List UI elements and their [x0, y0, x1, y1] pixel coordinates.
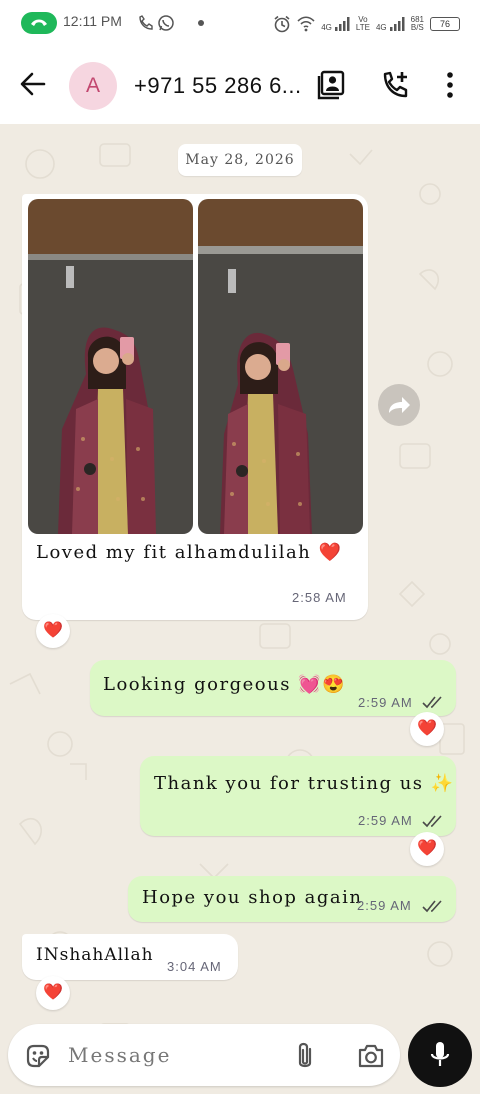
message-time: 2:58 AM [292, 590, 347, 605]
outgoing-message[interactable]: Hope you shop again 2:59 AM [128, 876, 456, 922]
contact-card-icon[interactable] [317, 70, 345, 100]
contact-name[interactable]: +971 55 286 6... [134, 73, 302, 99]
reaction-badge[interactable]: ❤️ [410, 712, 444, 746]
volte-label-bottom: LTE [355, 23, 370, 32]
outgoing-message[interactable]: Looking gorgeous 💓😍 2:59 AM [90, 660, 456, 716]
message-time: 2:59 AM [358, 695, 413, 710]
ongoing-call-indicator[interactable] [21, 12, 57, 34]
message-text: Thank you for trusting us ✨ [154, 773, 455, 794]
read-receipt-icon [422, 696, 442, 709]
outgoing-message[interactable]: Thank you for trusting us ✨ 2:59 AM [140, 756, 456, 836]
mirror-selfie-image-2 [198, 199, 363, 534]
call-and-whatsapp-icons [139, 15, 174, 31]
signal-icon-2 [389, 17, 405, 31]
camera-icon[interactable] [357, 1043, 385, 1069]
read-receipt-icon [422, 900, 442, 913]
reaction-emoji: ❤️ [417, 718, 437, 737]
notification-dot [198, 20, 204, 26]
chat-area[interactable]: May 28, 2026 Loved my fit alhamdulilah ❤… [0, 124, 480, 1094]
contact-avatar[interactable]: A [69, 62, 117, 110]
network-type-2: 4G [375, 23, 387, 32]
reaction-badge[interactable]: ❤️ [36, 614, 70, 648]
network-type-1: 4G [321, 23, 332, 32]
reaction-badge[interactable]: ❤️ [36, 976, 70, 1010]
reaction-badge[interactable]: ❤️ [410, 832, 444, 866]
add-call-icon[interactable] [382, 70, 410, 100]
reaction-emoji: ❤️ [417, 838, 437, 857]
message-time: 3:04 AM [167, 959, 222, 974]
status-time: 12:11 PM [63, 13, 122, 29]
message-text: Looking gorgeous 💓😍 [103, 674, 346, 695]
message-text: Hope you shop again [142, 887, 363, 908]
voice-message-button[interactable] [408, 1023, 472, 1087]
message-input[interactable]: Message [68, 1043, 171, 1067]
message-input-bar[interactable]: Message [8, 1024, 400, 1086]
data-speed-unit: B/S [410, 23, 424, 32]
battery-icon: 76 [430, 17, 460, 31]
reaction-emoji: ❤️ [43, 982, 63, 1001]
status-right-icons: 4G Vo LTE 4G 681 B/S 76 [273, 12, 460, 36]
message-time: 2:59 AM [358, 813, 413, 828]
more-options-icon[interactable] [446, 72, 454, 98]
message-time: 2:59 AM [357, 898, 412, 913]
wifi-icon [297, 16, 315, 32]
attach-icon[interactable] [294, 1041, 316, 1071]
signal-icon [334, 17, 350, 31]
incoming-message[interactable]: INshahAllah 3:04 AM [22, 934, 238, 980]
mirror-selfie-image [28, 199, 193, 534]
forward-icon [389, 397, 410, 413]
reaction-emoji: ❤️ [43, 620, 63, 639]
microphone-icon [430, 1042, 450, 1066]
incoming-image-message[interactable]: Loved my fit alhamdulilah ❤️ 2:58 AM [22, 194, 368, 620]
status-bar: 12:11 PM 4G Vo LTE 4G 681 B/S 76 [0, 0, 480, 46]
phone-icon [31, 19, 47, 26]
date-chip: May 28, 2026 [178, 144, 302, 176]
photo-1[interactable] [28, 199, 193, 534]
back-arrow-icon[interactable] [20, 71, 46, 97]
read-receipt-icon [422, 815, 442, 828]
sticker-icon[interactable] [24, 1042, 52, 1070]
image-caption: Loved my fit alhamdulilah ❤️ [36, 542, 343, 563]
photo-2[interactable] [198, 199, 363, 534]
forward-button[interactable] [378, 384, 420, 426]
message-text: INshahAllah [36, 945, 154, 965]
alarm-icon [274, 15, 290, 33]
